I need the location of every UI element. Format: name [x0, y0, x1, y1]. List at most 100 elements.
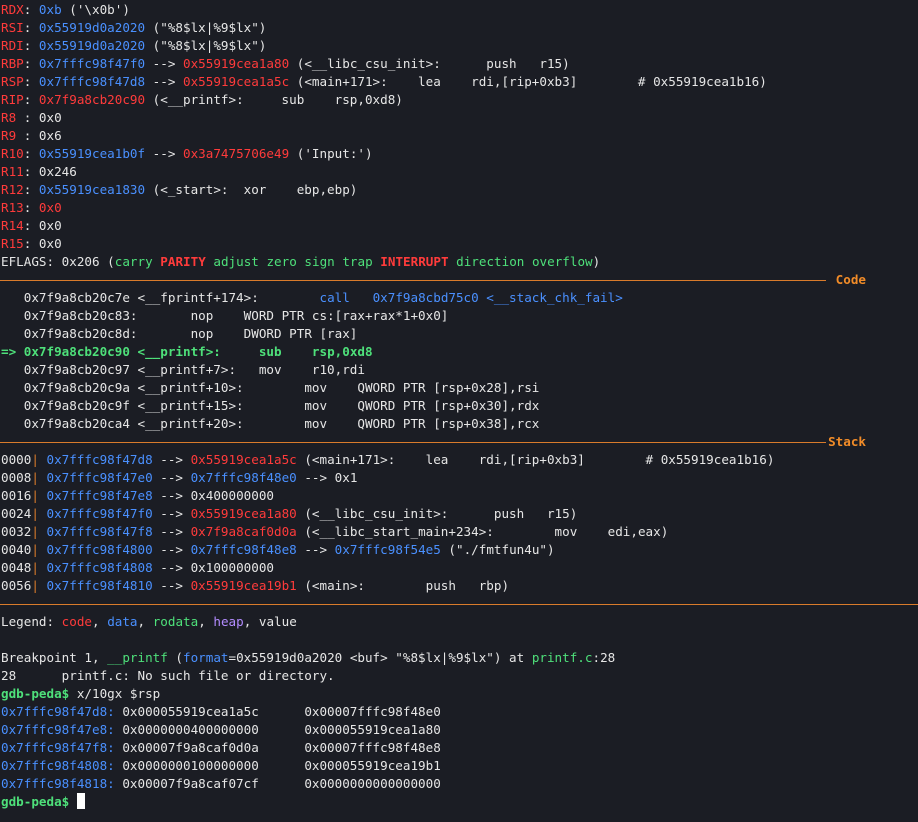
legend-comma: , [92, 614, 108, 629]
register-annotation: ("%8$lx|%9$lx") [145, 20, 267, 35]
pointer-arrow: --> [145, 56, 183, 71]
code-gap [138, 308, 191, 323]
code-symbol: : [129, 326, 138, 341]
stack-value: 0x55919cea1a5c [190, 452, 297, 467]
register-line: R13: 0x0 [1, 200, 62, 215]
code-address: 0x7f9a8cb20c7e [23, 290, 130, 305]
stack-line: 0056| 0x7fffc98f4810 --> 0x55919cea19b1 … [1, 578, 510, 593]
code-line: 0x7f9a8cb20c83: nop WORD PTR cs:[rax+rax… [0, 307, 918, 325]
register-name: R9 [1, 128, 24, 143]
register-name: R12 [1, 182, 24, 197]
stack-address: 0x7fffc98f47f0 [46, 506, 153, 521]
stack-value: 0x7f9a8caf0d0a [190, 524, 297, 539]
stack-line: 0032| 0x7fffc98f47f8 --> 0x7f9a8caf0d0a … [1, 524, 669, 539]
bp-argname: format [183, 650, 229, 665]
register-name: R13 [1, 200, 24, 215]
eflags-open: ( [99, 254, 115, 269]
register-line: R9 : 0x6 [1, 128, 62, 143]
stack-section: 0000| 0x7fffc98f47d8 --> 0x55919cea1a5c … [0, 451, 918, 595]
dump-value: 0x0000000000000000 [304, 776, 441, 791]
terminal-window[interactable]: RDX: 0xb ('\x0b') RSI: 0x55919d0a2020 ("%… [0, 0, 918, 822]
register-line: RDX: 0xb ('\x0b') [1, 2, 130, 17]
register-line: RIP: 0x7f9a8cb20c90 (<__printf>: sub rsp… [1, 92, 403, 107]
prompt: gdb-peda$ [1, 686, 70, 701]
stack-annotation: (<__libc_csu_init>: push r15) [296, 506, 578, 521]
register-value: 0x0 [38, 200, 62, 215]
pointer-arrow: --> [145, 74, 183, 89]
stack-deref-value: 0x7fffc98f54e5 [334, 542, 441, 557]
dump-value: 0x0000000400000000 [122, 722, 259, 737]
code-address: 0x7f9a8cb20c90 [23, 344, 130, 359]
register-line: R8 : 0x0 [1, 110, 62, 125]
stack-offset: 0040 [1, 542, 32, 557]
dump-line: 0x7fffc98f4818: 0x00007f9a8caf07cf 0x000… [0, 775, 918, 793]
stack-bar: | [31, 452, 47, 467]
code-line: 0x7f9a8cb20c97 <__printf+7>: mov r10,rdi [0, 361, 918, 379]
code-line: 0x7f9a8cb20c8d: nop DWORD PTR [rax] [0, 325, 918, 343]
register-value: 0x6 [38, 128, 62, 143]
end-separator [0, 595, 918, 613]
eflag-trap: trap [342, 254, 373, 269]
stack-bar: | [31, 470, 47, 485]
breakpoint-line: Breakpoint 1, __printf (format=0x55919d0… [0, 649, 918, 667]
stack-value: 0x7fffc98f48e0 [190, 470, 297, 485]
code-line-current: => 0x7f9a8cb20c90 <__printf>: sub rsp,0x… [0, 343, 918, 361]
register-deref-value: 0x3a7475706e49 [183, 146, 290, 161]
register-deref-value: 0x55919cea1a5c [183, 74, 290, 89]
dump-value: 0x00007f9a8caf0d0a [122, 740, 259, 755]
dump-value: 0x000055919cea1a5c [122, 704, 259, 719]
registers-section: RDX: 0xb ('\x0b') RSI: 0x55919d0a2020 ("%… [0, 1, 918, 253]
stack-bar: | [31, 560, 47, 575]
command-line: gdb-peda$ x/10gx $rsp [0, 685, 918, 703]
code-gap [259, 290, 320, 305]
stack-offset: 0024 [1, 506, 32, 521]
register-name: RDX [1, 2, 24, 17]
stack-line: 0048| 0x7fffc98f4808 --> 0x100000000 [1, 560, 274, 575]
stack-value: 0x55919cea1a80 [190, 506, 297, 521]
code-opcode: mov [304, 380, 328, 395]
legend-comma: , [137, 614, 153, 629]
code-symbol: <__printf+7>: [129, 362, 237, 377]
dump-value: 0x00007fffc98f48e0 [304, 704, 441, 719]
text-cursor[interactable] [76, 793, 85, 809]
stack-address: 0x7fffc98f4810 [46, 578, 153, 593]
stack-bar: | [31, 542, 47, 557]
code-args: 0x7f9a8cbd75c0 <__stack_chk_fail> [349, 290, 623, 305]
code-args: WORD PTR cs:[rax+rax*1+0x0] [213, 308, 449, 323]
code-section: 0x7f9a8cb20c7e <__fprintf+174>: call 0x7… [0, 289, 918, 433]
dump-address: 0x7fffc98f47d8: [1, 704, 115, 719]
legend-value: value [258, 614, 297, 629]
register-name: R10 [1, 146, 24, 161]
stack-bar: | [31, 578, 47, 593]
register-line: RBP: 0x7fffc98f47f0 --> 0x55919cea1a80 (… [1, 56, 570, 71]
stack-annotation: (<main+171>: lea rdi,[rip+0xb3] # 0x5591… [296, 452, 775, 467]
stack-line: 0024| 0x7fffc98f47f0 --> 0x55919cea1a80 … [1, 506, 578, 521]
bp-argval: =0x55919d0a2020 <buf> "%8$lx|%9$lx") [228, 650, 502, 665]
code-symbol: : [129, 308, 138, 323]
stack-value: 0x100000000 [190, 560, 274, 575]
stack-line: 0000| 0x7fffc98f47d8 --> 0x55919cea1a5c … [1, 452, 775, 467]
stack-annotation: (<main>: push rbp) [296, 578, 510, 593]
prompt: gdb-peda$ [1, 794, 70, 809]
register-value: 0x7f9a8cb20c90 [38, 92, 146, 107]
memory-dump: 0x7fffc98f47d8: 0x000055919cea1a5c 0x000… [0, 703, 918, 793]
register-line: R15: 0x0 [1, 236, 62, 251]
bp-at: at [501, 650, 532, 665]
code-line: 0x7f9a8cb20c9f <__printf+15>: mov QWORD … [0, 397, 918, 415]
legend-data: data [107, 614, 138, 629]
eflag-zero: zero [266, 254, 297, 269]
legend-code: code [61, 614, 93, 629]
register-name: RIP [1, 92, 24, 107]
input-line[interactable]: gdb-peda$ [0, 793, 918, 811]
code-args: QWORD PTR [rsp+0x28],rsi [327, 380, 540, 395]
register-value: 0x55919d0a2020 [38, 38, 146, 53]
eflags-line: EFLAGS: 0x206 (carry PARITY adjust zero … [1, 254, 601, 269]
stack-address: 0x7fffc98f47f8 [46, 524, 153, 539]
stack-offset: 0048 [1, 560, 32, 575]
stack-offset: 0016 [1, 488, 32, 503]
code-title: Code [835, 272, 866, 287]
stack-offset: 0056 [1, 578, 32, 593]
code-symbol: <__printf>: [129, 344, 221, 359]
register-name: RSI [1, 20, 24, 35]
stack-line: 0040| 0x7fffc98f4800 --> 0x7fffc98f48e8 … [1, 542, 555, 557]
